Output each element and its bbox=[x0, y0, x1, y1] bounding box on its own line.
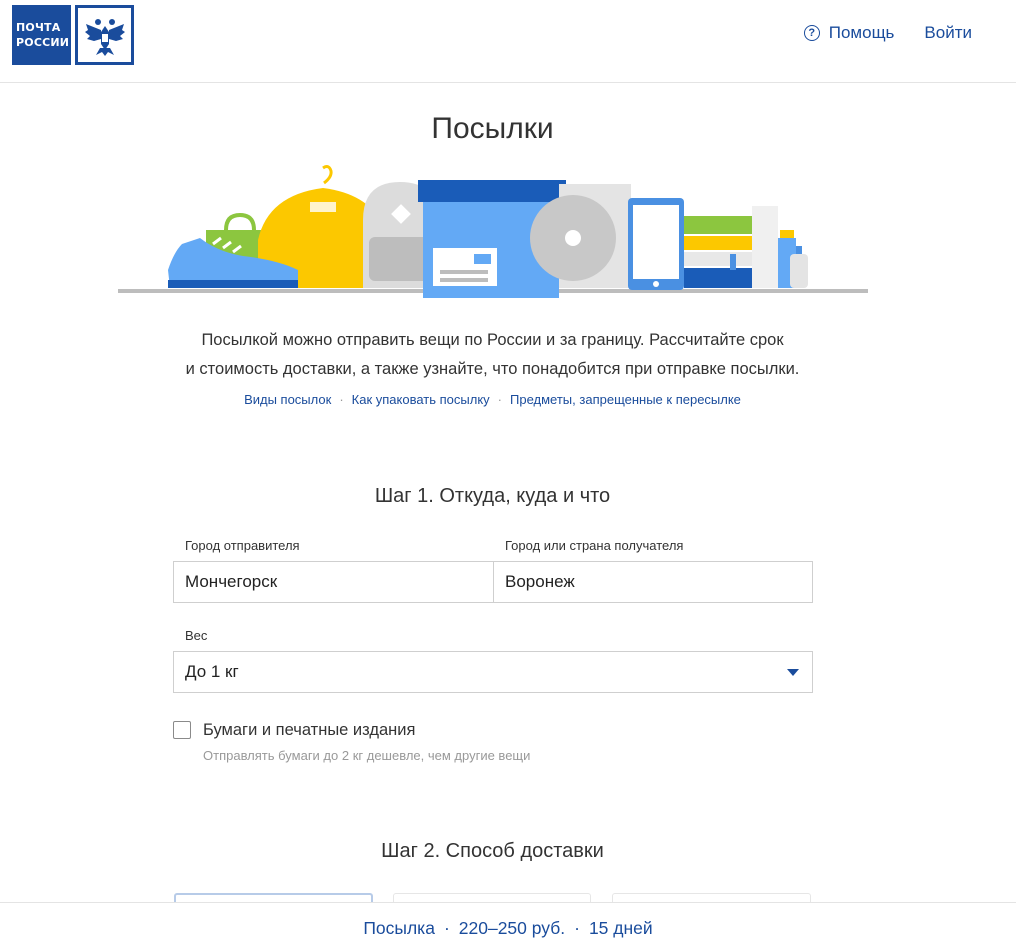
link-separator: · bbox=[497, 392, 503, 407]
parcels-illustration bbox=[118, 165, 868, 298]
packing-guide-link[interactable]: Как упаковать посылку bbox=[352, 392, 490, 407]
papers-checkbox-label[interactable]: Бумаги и печатные издания bbox=[203, 721, 415, 740]
eagle-emblem-icon bbox=[75, 5, 134, 65]
papers-hint: Отправлять бумаги до 2 кг дешевле, чем д… bbox=[203, 748, 531, 763]
intro-text: Посылкой можно отправить вещи по России … bbox=[0, 326, 985, 384]
link-separator: · bbox=[339, 392, 344, 407]
step-1-title: Шаг 1. Откуда, куда и что bbox=[374, 485, 611, 507]
summary-price: 220–250 руб. bbox=[458, 918, 566, 938]
logo-wordmark: ПОЧТА РОССИИ bbox=[12, 5, 71, 65]
prohibited-items-link[interactable]: Предметы, запрещенные к пересылке bbox=[510, 392, 741, 407]
intro-line-1: Посылкой можно отправить вещи по России … bbox=[201, 331, 784, 349]
summary-separator: · bbox=[574, 918, 580, 938]
summary-separator: · bbox=[443, 918, 450, 938]
weight-label: Вес bbox=[185, 628, 208, 643]
russian-post-logo[interactable]: ПОЧТА РОССИИ bbox=[12, 5, 134, 65]
to-city-input[interactable]: Воронеж bbox=[493, 561, 813, 603]
tablet-icon bbox=[628, 198, 684, 290]
parcel-types-link[interactable]: Виды посылок bbox=[244, 392, 331, 407]
summary-duration: 15 дней bbox=[588, 918, 653, 938]
summary-bar[interactable]: Посылка · 220–250 руб. · 15 дней bbox=[0, 902, 1016, 948]
papers-checkbox[interactable] bbox=[173, 721, 191, 739]
to-city-label: Город или страна получателя bbox=[505, 538, 684, 553]
page-title: Посылки bbox=[431, 112, 554, 145]
intro-line-2: и стоимость доставки, а также узнайте, ч… bbox=[185, 360, 800, 378]
site-header: ПОЧТА РОССИИ ? Помощь Войти bbox=[0, 0, 1016, 83]
info-links: Виды посылок · Как упаковать посылку · Предм… bbox=[0, 392, 985, 407]
login-link[interactable]: Войти bbox=[924, 23, 972, 43]
question-circle-icon: ? bbox=[803, 25, 820, 41]
weight-select-value: До 1 кг bbox=[185, 662, 239, 681]
logo-line-2: РОССИИ bbox=[16, 36, 70, 49]
step-2-title: Шаг 2. Способ доставки bbox=[381, 840, 604, 862]
from-city-input[interactable]: Мончегорск bbox=[173, 561, 494, 603]
help-label: Помощь bbox=[828, 23, 895, 42]
weight-select[interactable]: До 1 кг bbox=[173, 651, 813, 693]
help-link[interactable]: ? Помощь bbox=[803, 23, 895, 43]
header-nav: ? Помощь Войти bbox=[803, 22, 972, 44]
summary-type: Посылка bbox=[363, 918, 435, 938]
caret-down-icon bbox=[787, 669, 799, 676]
bottles-icon bbox=[752, 206, 808, 288]
from-city-label: Город отправителя bbox=[185, 538, 300, 553]
logo-line-1: ПОЧТА bbox=[16, 21, 61, 34]
